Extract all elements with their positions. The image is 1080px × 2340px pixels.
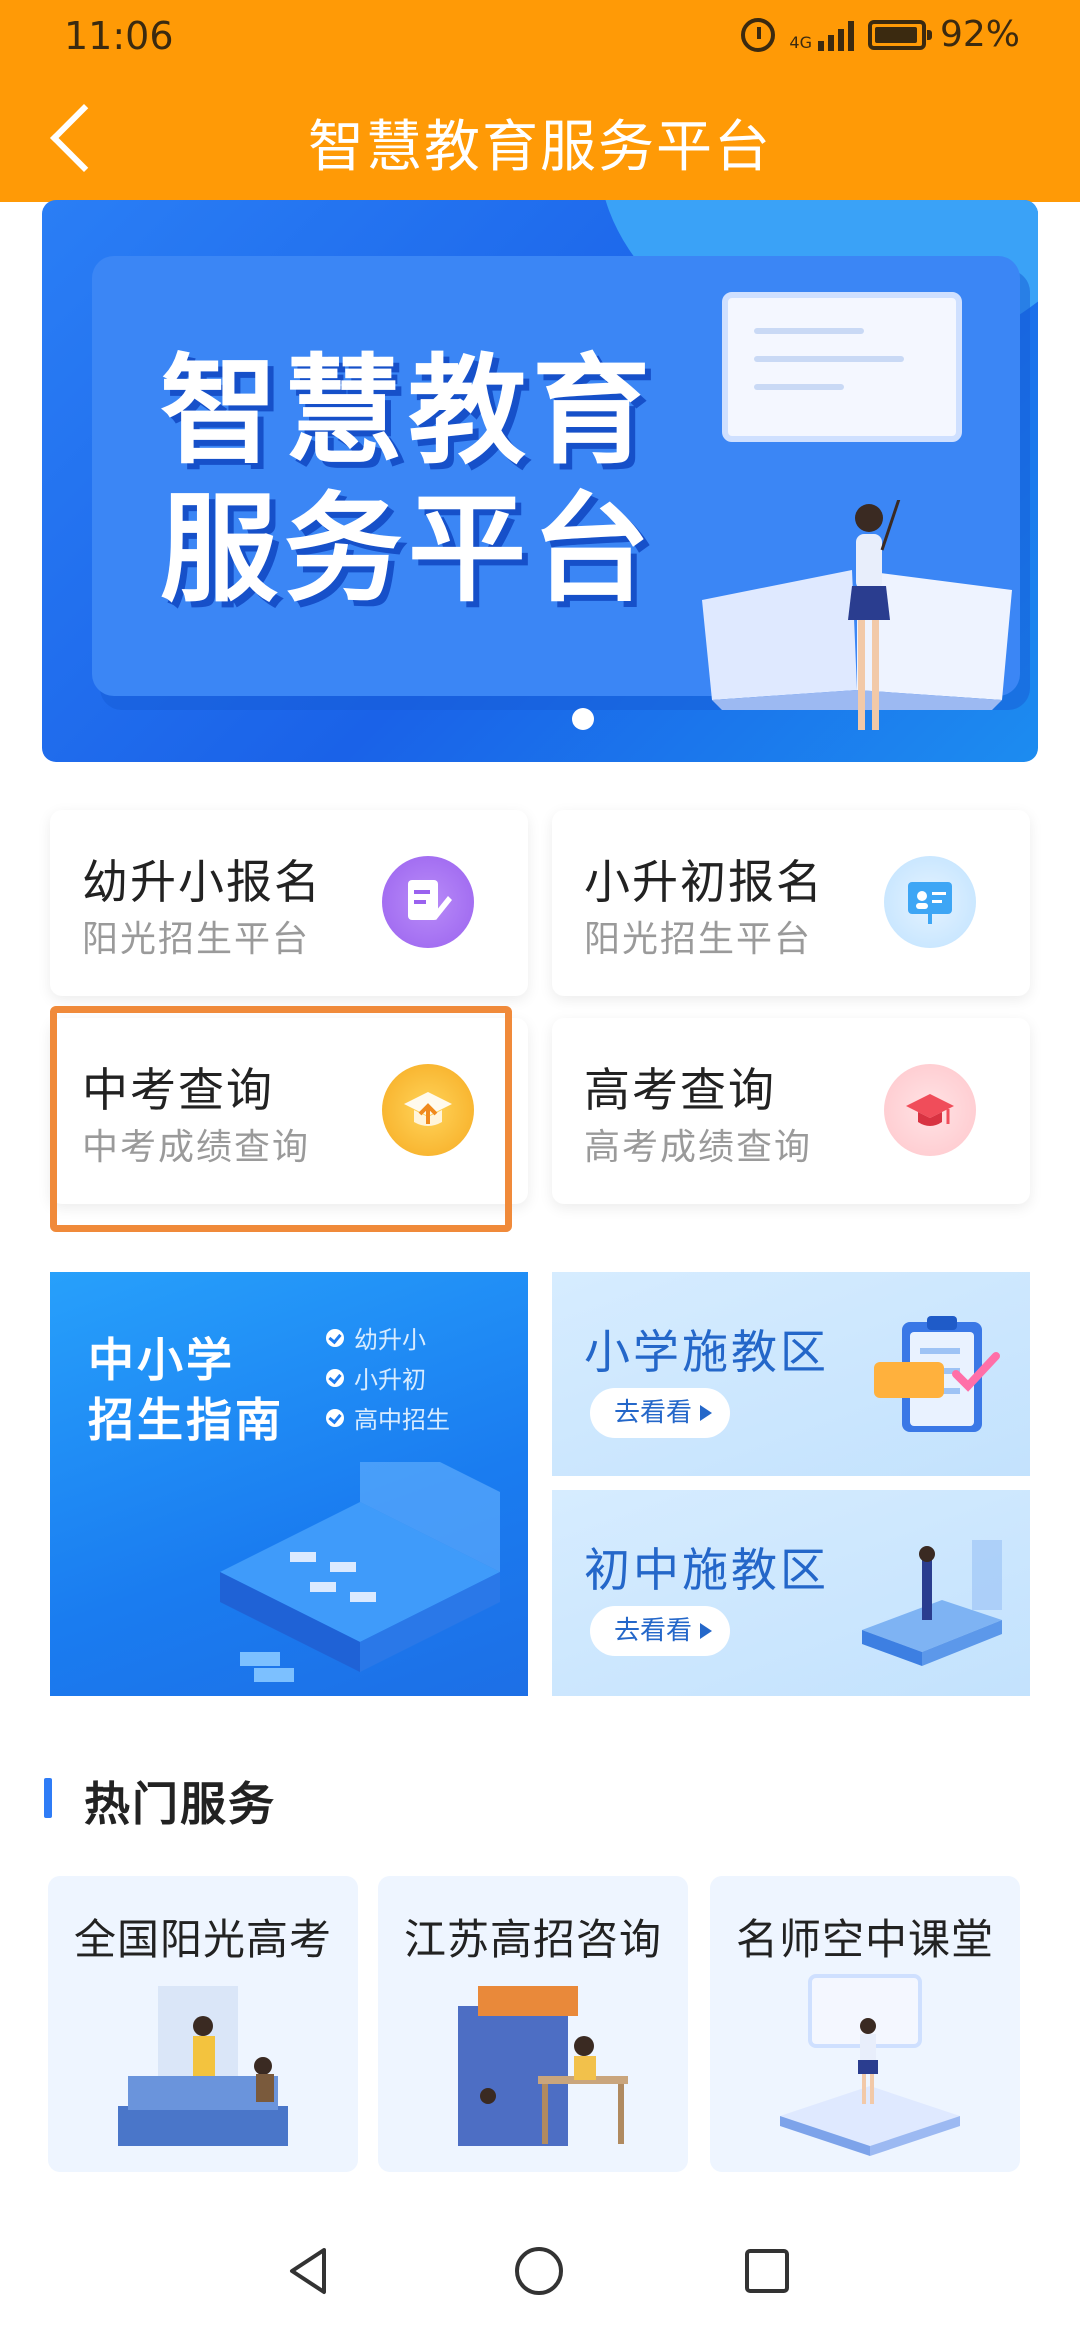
banner-line-1: 智慧教育 bbox=[160, 342, 657, 480]
status-bar: 11:06 4G 92% bbox=[0, 0, 1080, 76]
book-stage-illustration bbox=[862, 1540, 1002, 1666]
carousel-indicator bbox=[572, 708, 594, 730]
network-type: 4G bbox=[789, 32, 812, 52]
alarm-icon bbox=[741, 17, 776, 52]
tile-title: 小学施教区 bbox=[584, 1325, 829, 1379]
status-time: 11:06 bbox=[64, 14, 174, 58]
nav-header: 智慧教育服务平台 bbox=[0, 76, 1080, 202]
clipboard-illustration bbox=[874, 1316, 1000, 1432]
classroom-illustration bbox=[220, 1462, 500, 1682]
section-title: 热门服务 bbox=[84, 1777, 276, 1831]
service-title: 幼升小报名 bbox=[82, 855, 322, 909]
guide-check-label: 高中招生 bbox=[354, 1406, 450, 1434]
hot-service-jiangsu-admission[interactable]: 江苏高招咨询 bbox=[378, 1876, 688, 2172]
primary-school-district-tile[interactable]: 小学施教区 去看看 bbox=[552, 1272, 1030, 1476]
hot-service-label: 全国阳光高考 bbox=[73, 1915, 332, 1964]
guide-check-item: 小升初 bbox=[326, 1360, 426, 1395]
service-subtitle: 高考成绩查询 bbox=[584, 1127, 813, 1168]
nav-recent-apps-icon[interactable] bbox=[742, 2246, 792, 2296]
nav-back-icon[interactable] bbox=[284, 2244, 334, 2298]
check-circle-icon bbox=[326, 1368, 344, 1387]
guide-title-line-2: 招生指南 bbox=[88, 1393, 284, 1447]
check-circle-icon bbox=[326, 1408, 344, 1427]
service-title: 高考查询 bbox=[584, 1063, 776, 1117]
hot-service-label: 江苏高招咨询 bbox=[403, 1915, 662, 1964]
banner-line-2: 服务平台 bbox=[160, 480, 657, 618]
guide-check-item: 高中招生 bbox=[326, 1400, 450, 1435]
battery-level: 92% bbox=[939, 14, 1020, 55]
banner-headline: 智慧教育 服务平台 bbox=[160, 342, 656, 618]
hero-banner[interactable]: 智慧教育 服务平台 bbox=[42, 200, 1038, 762]
study-desk-illustration bbox=[458, 1986, 628, 2146]
check-circle-icon bbox=[326, 1328, 344, 1347]
teacher-illustration bbox=[848, 500, 901, 730]
section-marker bbox=[44, 1778, 52, 1818]
admission-guide-tile[interactable]: 中小学 招生指南 幼升小 小升初 高中招生 bbox=[50, 1272, 528, 1696]
tile-title: 初中施教区 bbox=[584, 1543, 829, 1597]
app-header-background: 11:06 4G 92% 智慧教育服务平台 bbox=[0, 0, 1080, 202]
hot-service-national-gaokao[interactable]: 全国阳光高考 bbox=[48, 1876, 358, 2172]
go-see-button[interactable]: 去看看 bbox=[590, 1388, 730, 1438]
guide-check-label: 幼升小 bbox=[354, 1326, 426, 1354]
service-subtitle: 阳光招生平台 bbox=[82, 919, 311, 960]
selection-highlight bbox=[50, 1006, 512, 1232]
presentation-board-icon bbox=[884, 856, 976, 948]
service-card-gaokao[interactable]: 高考查询 高考成绩查询 bbox=[552, 1018, 1030, 1204]
guide-check-item: 幼升小 bbox=[326, 1320, 426, 1355]
service-subtitle: 阳光招生平台 bbox=[584, 919, 813, 960]
nav-home-icon[interactable] bbox=[512, 2244, 566, 2298]
guide-title-line-1: 中小学 bbox=[88, 1333, 235, 1387]
teacher-book-illustration bbox=[780, 1974, 960, 2156]
battery-icon bbox=[867, 19, 932, 50]
guide-title: 中小学 招生指南 bbox=[88, 1330, 284, 1450]
mortarboard-icon bbox=[884, 1064, 976, 1156]
hot-service-label: 名师空中课堂 bbox=[735, 1915, 994, 1964]
service-title: 小升初报名 bbox=[584, 855, 824, 909]
whiteboard-illustration bbox=[722, 292, 962, 442]
guide-check-label: 小升初 bbox=[354, 1366, 426, 1394]
status-icons: 4G 92% bbox=[741, 14, 1020, 55]
edit-note-icon bbox=[382, 856, 474, 948]
service-card-primary-to-junior[interactable]: 小升初报名 阳光招生平台 bbox=[552, 810, 1030, 996]
service-card-kindergarten[interactable]: 幼升小报名 阳光招生平台 bbox=[50, 810, 528, 996]
go-see-button[interactable]: 去看看 bbox=[590, 1606, 730, 1656]
reading-students-illustration bbox=[118, 1986, 288, 2146]
hot-service-famous-teacher-class[interactable]: 名师空中课堂 bbox=[710, 1876, 1020, 2172]
signal-icon: 4G bbox=[789, 19, 854, 51]
system-nav-bar bbox=[0, 2200, 1080, 2340]
page-title: 智慧教育服务平台 bbox=[308, 115, 772, 180]
junior-school-district-tile[interactable]: 初中施教区 去看看 bbox=[552, 1490, 1030, 1696]
